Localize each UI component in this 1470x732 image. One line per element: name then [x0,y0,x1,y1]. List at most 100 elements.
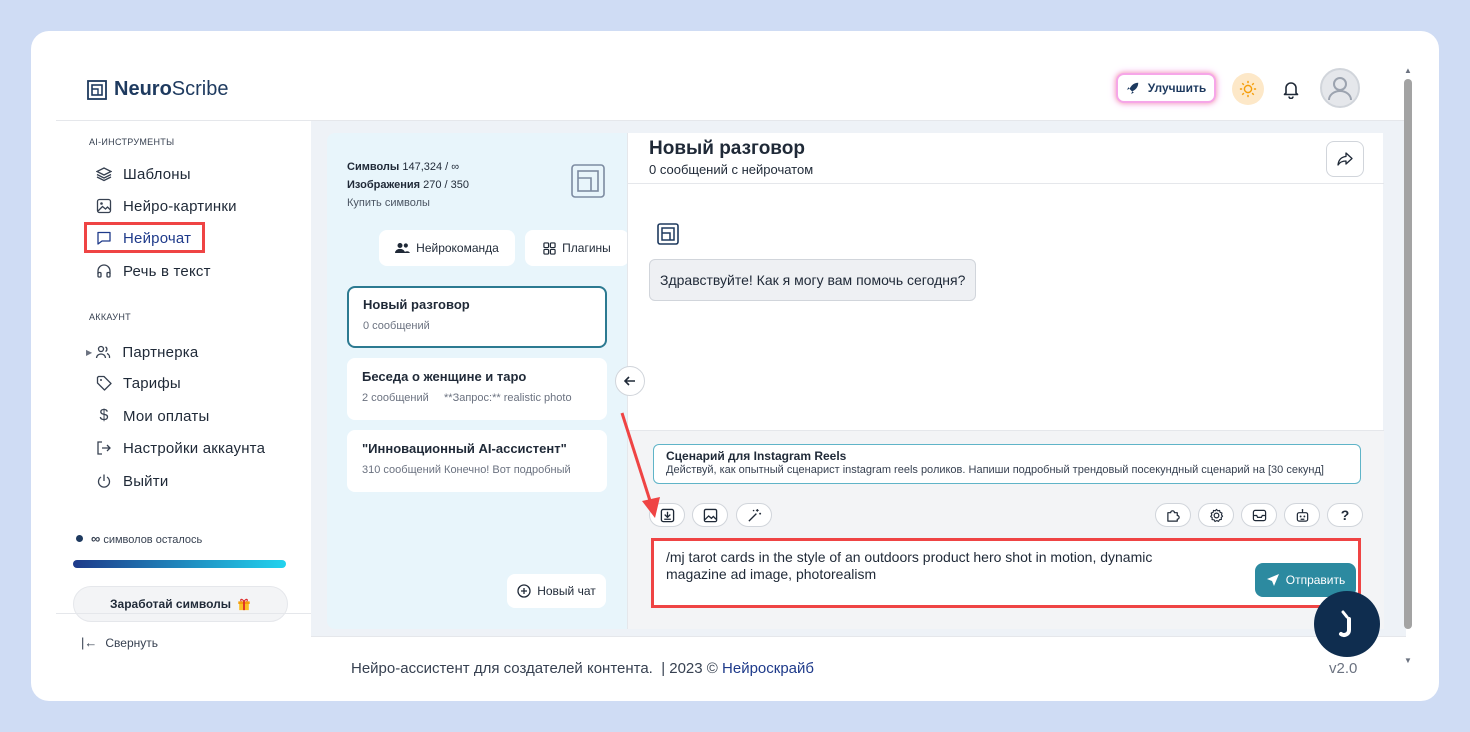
chat-divider [628,183,1384,184]
sidebar-item-label: Шаблоны [123,165,191,183]
bell-icon [1283,82,1299,99]
upgrade-label: Улучшить [1147,81,1207,95]
footer-divider [311,636,1406,637]
support-chat-button[interactable] [1314,591,1380,657]
chat-item-title: "Инновационный AI-ассистент" [362,441,567,456]
chat-item-title: Новый разговор [363,297,470,312]
plugins-button[interactable]: Плагины [525,230,629,266]
team-label: Нейрокоманда [416,241,499,255]
chat-item-subtitle: 2 сообщений **Запрос:** realistic photo [362,392,572,404]
symbols-label: Символы [347,161,400,173]
sidebar-item-label: Тарифы [123,374,181,392]
logo-text-bold: Neuro [114,78,172,100]
send-icon [1266,574,1279,586]
sidebar-item-label: Нейро-картинки [123,197,237,215]
caret-right-icon: ▶ [86,347,93,357]
collapse-chat-list-button[interactable] [615,366,645,396]
grid-icon [543,241,556,255]
magic-wand-button[interactable] [736,503,772,527]
template-title: Сценарий для Instagram Reels [666,449,847,463]
scroll-up-icon[interactable]: ▲ [1404,66,1412,75]
plugin-button[interactable] [1155,503,1191,527]
share-button[interactable] [1326,141,1364,177]
section-tools-heading: AI-ИНСТРУМЕНТЫ [89,137,175,147]
robot-icon [1296,508,1308,522]
quota-progress-bar [73,560,286,568]
chat-list-panel: Символы 147,324 / ∞ Изображения 270 / 35… [327,133,629,629]
logo-text: Scribe [171,78,229,100]
users-icon [94,343,112,361]
tag-icon [95,374,113,392]
usage-stats: Символы 147,324 / ∞ Изображения 270 / 35… [347,158,469,212]
buy-symbols-link[interactable]: Купить символы [347,194,469,212]
sidebar-item-payments[interactable]: $ Мои оплаты [95,404,209,428]
avatar[interactable] [1320,68,1360,108]
logo[interactable]: NeuroScribe [87,78,229,101]
chat-item-title: Беседа о женщине и таро [362,369,527,384]
scroll-down-icon[interactable]: ▼ [1404,656,1412,665]
chat-list-item[interactable]: Новый разговор 0 сообщений [347,286,607,348]
images-label: Изображения [347,179,421,191]
sidebar-item-label: Выйти [123,472,169,490]
collapse-label: Свернуть [105,635,159,650]
symbols-value: 147,324 / ∞ [402,161,460,173]
chat-list-item[interactable]: "Инновационный AI-ассистент" 310 сообщен… [347,430,607,492]
chat-title: Новый разговор [649,138,805,159]
sidebar-item-templates[interactable]: Шаблоны [95,162,191,186]
puzzle-icon [1166,509,1180,522]
earn-symbols-button[interactable]: Заработай символы [73,586,288,622]
sidebar-item-label: Мои оплаты [123,407,210,425]
footer-link[interactable]: Нейроскрайб [722,660,814,677]
sidebar-item-partners[interactable]: ▶ Партнерка [86,340,198,364]
share-icon [1337,152,1353,166]
gear-icon [1209,508,1223,522]
new-chat-label: Новый чат [537,584,596,598]
help-button[interactable]: ? [1327,503,1363,527]
template-description: Действуй, как опытный сценарист instagra… [666,464,1324,476]
brand-logo-icon [570,163,606,204]
chat-subtitle: 0 сообщений с нейрочатом [649,162,814,177]
quota-text: символов осталось [103,534,203,546]
sidebar-item-logout[interactable]: Выйти [95,469,168,493]
bot-button[interactable] [1284,503,1320,527]
settings-button[interactable] [1198,503,1234,527]
message-input-text[interactable]: /mj tarot cards in the style of an outdo… [666,549,1206,583]
sidebar-item-label: Партнерка [122,343,199,361]
theme-toggle[interactable] [1232,73,1264,105]
inbox-button[interactable] [1241,503,1277,527]
arrow-left-icon [623,376,635,386]
sidebar-item-neuro-images[interactable]: Нейро-картинки [95,194,237,218]
collapse-sidebar-button[interactable]: |← Свернуть [81,635,158,650]
upgrade-button[interactable]: Улучшить [1116,73,1216,103]
sidebar-item-label: Настройки аккаунта [123,439,266,457]
image-icon [95,197,113,215]
logo-icon [87,79,107,100]
message-input[interactable]: /mj tarot cards in the style of an outdo… [651,538,1361,608]
sidebar-item-account-settings[interactable]: Настройки аккаунта [95,436,265,460]
notifications-button[interactable] [1279,77,1303,101]
active-template-card[interactable]: Сценарий для Instagram Reels Действуй, к… [653,444,1361,484]
neuro-team-button[interactable]: Нейрокоманда [379,230,515,266]
sidebar-item-speech-to-text[interactable]: Речь в текст [95,259,211,283]
sun-icon [1239,80,1257,98]
composer: Сценарий для Instagram Reels Действуй, к… [628,430,1384,629]
sidebar-item-tariffs[interactable]: Тарифы [95,371,181,395]
headphones-icon [95,262,113,280]
bot-avatar-icon [657,223,679,250]
new-chat-button[interactable]: Новый чат [507,574,606,608]
gift-icon [238,598,250,611]
footer: Нейро-ассистент для создателей контента.… [351,660,814,677]
neurochat-highlight [84,222,205,253]
scrollbar-thumb[interactable] [1404,79,1412,629]
quota-symbol: ∞ [91,531,101,546]
app-window: NeuroScribe Улучшить AI-ИНСТРУМЕНТЫ Шабл… [31,31,1439,701]
chat-list-item[interactable]: Беседа о женщине и таро 2 сообщений **За… [347,358,607,420]
chat-item-subtitle: 0 сообщений [363,320,430,332]
layers-icon [95,165,113,183]
quota-status: ∞ символов осталось [76,531,202,546]
section-account-heading: АККАУНТ [89,312,131,322]
magic-wand-icon [747,508,761,522]
attach-image-button[interactable] [692,503,728,527]
login-icon [95,439,113,457]
images-value: 270 / 350 [423,179,469,191]
